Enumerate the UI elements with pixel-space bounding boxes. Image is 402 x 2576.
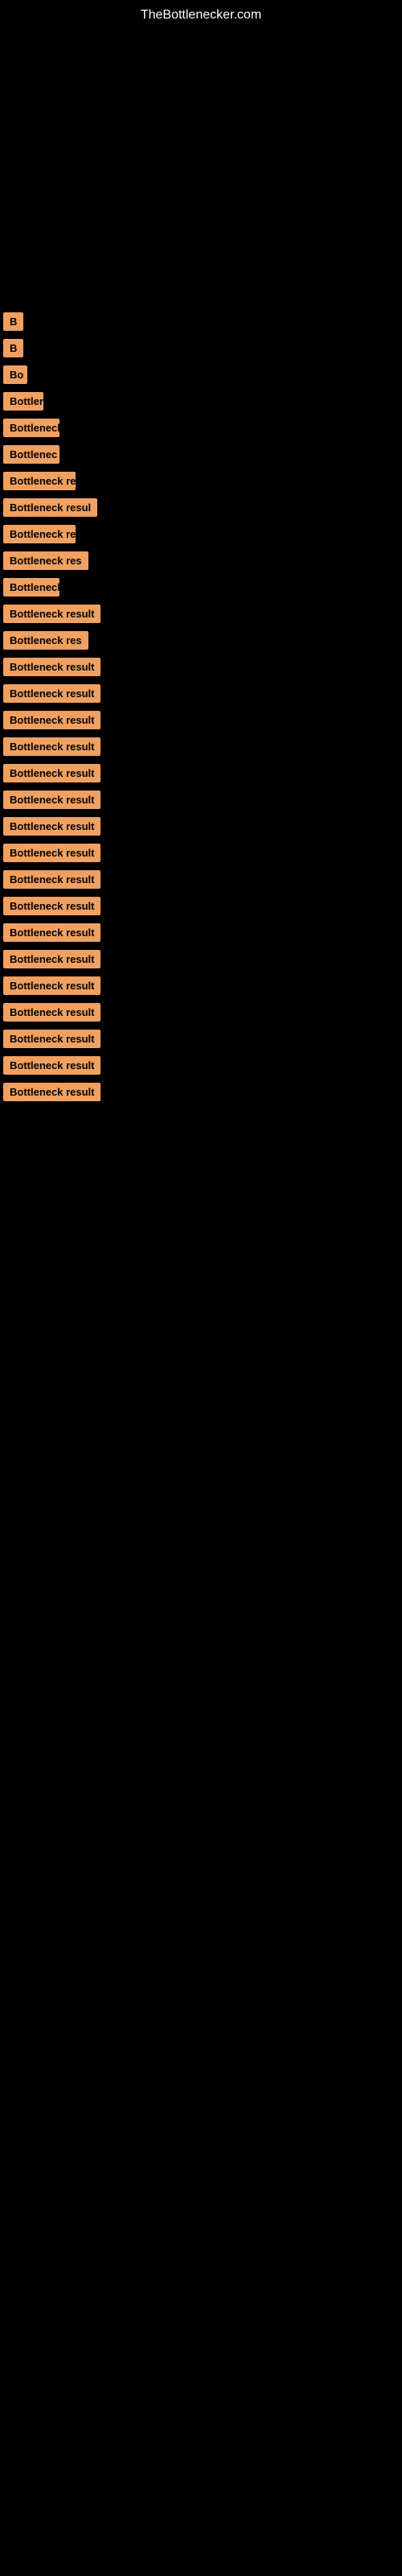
bottleneck-result-label: Bottleneck result <box>3 950 100 968</box>
bottleneck-result-label: Bottleneck result <box>3 605 100 623</box>
list-item: Bottleneck res <box>0 551 402 574</box>
bottleneck-result-label: Bottleneck res <box>3 551 88 570</box>
list-item: Bottleneck result <box>0 658 402 680</box>
bottleneck-result-label: Bottleneck result <box>3 711 100 729</box>
bottleneck-result-label: Bottleneck result <box>3 684 100 703</box>
bottleneck-result-label: Bottleneck res <box>3 631 88 650</box>
list-item: Bottleneck re <box>0 472 402 494</box>
list-item: Bottleneck result <box>0 1083 402 1105</box>
list-item: Bottleneck result <box>0 844 402 866</box>
bottleneck-result-label: Bo <box>3 365 27 384</box>
list-item: Bottleneck result <box>0 684 402 707</box>
bottleneck-result-label: Bottleneck resul <box>3 498 97 517</box>
bottleneck-result-label: Bottleneck result <box>3 897 100 915</box>
bottleneck-result-label: Bottleneck result <box>3 1003 100 1022</box>
list-item: Bottleneck result <box>0 976 402 999</box>
list-item: Bottleneck result <box>0 1030 402 1052</box>
bottleneck-result-label: Bottleneck <box>3 578 59 597</box>
bottleneck-result-label: Bottleneck re <box>3 472 76 490</box>
bottleneck-result-label: Bottleneck re <box>3 525 76 543</box>
bottleneck-result-label: Bottleneck result <box>3 1056 100 1075</box>
bottleneck-result-label: Bottlen <box>3 392 43 411</box>
list-item: Bottleneck res <box>0 631 402 654</box>
bottleneck-result-label: Bottlenec <box>3 445 59 464</box>
bottleneck-result-label: Bottleneck result <box>3 658 100 676</box>
bottleneck-result-label: Bottleneck result <box>3 976 100 995</box>
bottleneck-result-label: Bottleneck result <box>3 764 100 782</box>
list-item: Bottleneck resul <box>0 498 402 521</box>
list-item: B <box>0 312 402 335</box>
list-item: Bottleneck result <box>0 1056 402 1079</box>
list-item: B <box>0 339 402 361</box>
list-item: Bottleneck result <box>0 923 402 946</box>
list-item: Bottleneck result <box>0 950 402 972</box>
bottleneck-result-label: B <box>3 312 23 331</box>
bottleneck-result-label: Bottleneck result <box>3 1083 100 1101</box>
list-item: Bottleneck result <box>0 711 402 733</box>
list-item: Bottleneck re <box>0 525 402 547</box>
bottleneck-result-label: Bottleneck result <box>3 844 100 862</box>
list-item: Bottleneck r <box>0 419 402 441</box>
list-item: Bottleneck result <box>0 791 402 813</box>
list-item: Bottlen <box>0 392 402 415</box>
list-item: Bo <box>0 365 402 388</box>
bottleneck-result-label: Bottleneck result <box>3 791 100 809</box>
bottleneck-result-label: Bottleneck r <box>3 419 59 437</box>
bottleneck-result-label: Bottleneck result <box>3 817 100 836</box>
list-item: Bottleneck result <box>0 605 402 627</box>
bottleneck-result-label: Bottleneck result <box>3 1030 100 1048</box>
bottleneck-result-label: Bottleneck result <box>3 737 100 756</box>
site-title: TheBottlenecker.com <box>0 0 402 27</box>
list-item: Bottleneck result <box>0 1003 402 1026</box>
bottleneck-result-label: B <box>3 339 23 357</box>
list-item: Bottleneck result <box>0 817 402 840</box>
list-item: Bottlenec <box>0 445 402 468</box>
list-item: Bottleneck result <box>0 870 402 893</box>
list-item: Bottleneck result <box>0 737 402 760</box>
bottleneck-result-label: Bottleneck result <box>3 923 100 942</box>
items-container: BB Bo Bottlen Bottleneck r Bottlenec Bottlene… <box>0 27 402 1105</box>
bottleneck-result-label: Bottleneck result <box>3 870 100 889</box>
list-item: Bottleneck <box>0 578 402 601</box>
list-item: Bottleneck result <box>0 764 402 786</box>
list-item: Bottleneck result <box>0 897 402 919</box>
